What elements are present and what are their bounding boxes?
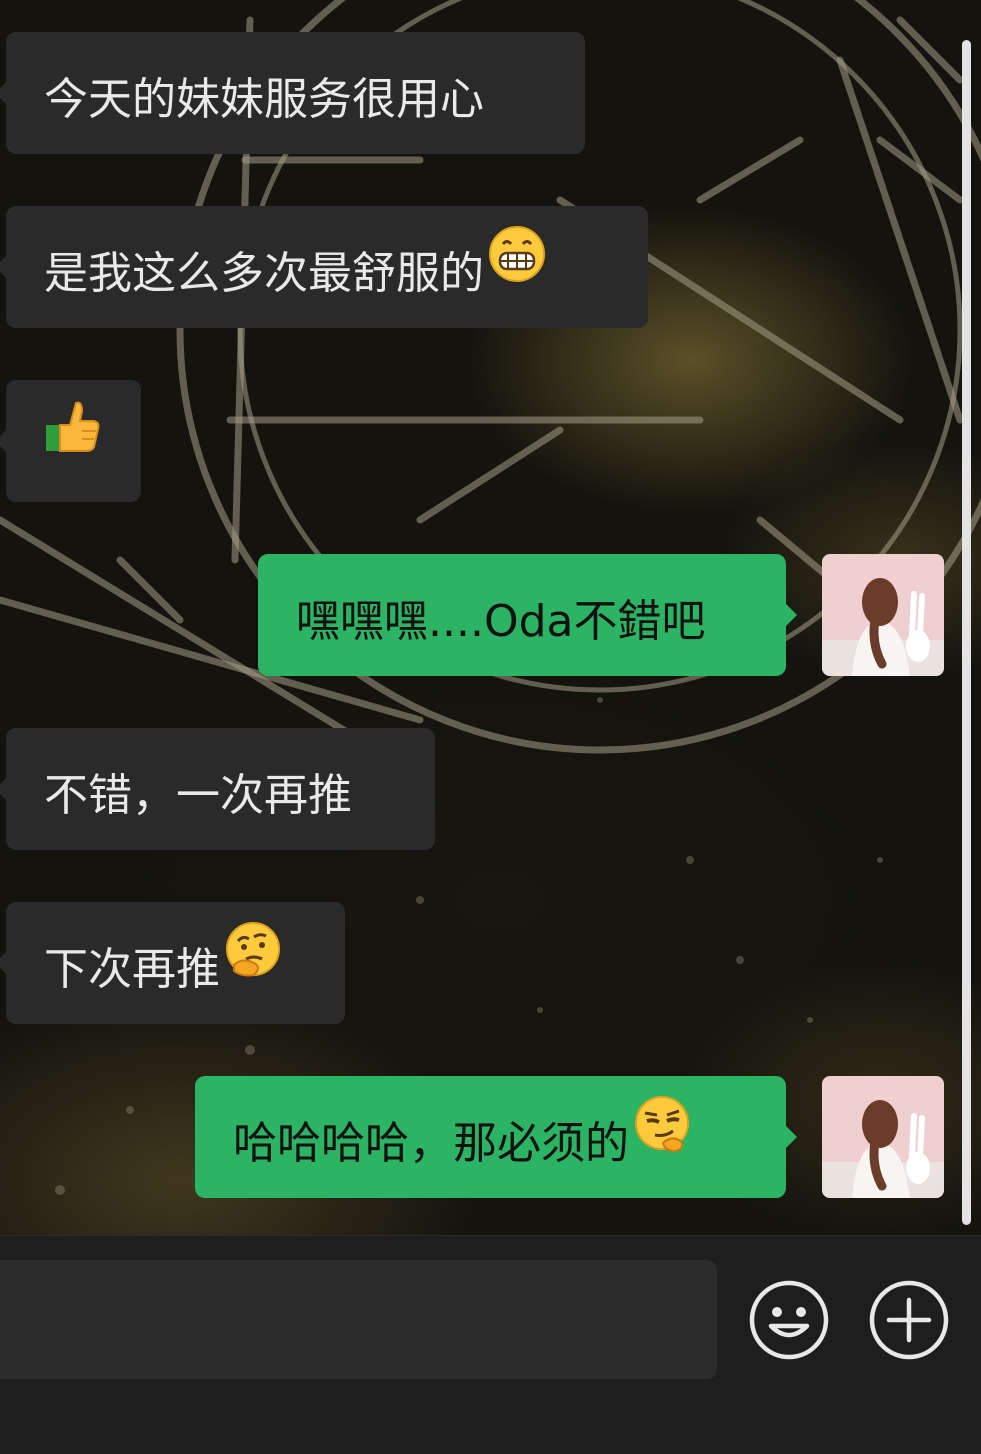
incoming-message-bubble[interactable]: 是我这么多次最舒服的 xyxy=(0,206,648,330)
chat-area: 今天的妹妹服务很用心 是我这么多次最舒服的 嘿嘿嘿....Oda不錯吧 不错，一… xyxy=(0,0,981,1235)
smirking-face-icon xyxy=(633,1078,691,1200)
message-input[interactable] xyxy=(0,1260,717,1379)
avatar[interactable] xyxy=(822,1076,944,1198)
input-bar xyxy=(0,1235,981,1454)
incoming-message-bubble[interactable]: 今天的妹妹服务很用心 xyxy=(0,32,585,154)
message-text: 今天的妹妹服务很用心 xyxy=(44,74,484,125)
message-text: 下次再推 xyxy=(44,944,220,995)
plus-icon xyxy=(869,1280,949,1360)
smiley-icon xyxy=(749,1280,829,1360)
thinking-face-icon xyxy=(224,904,282,1026)
avatar[interactable] xyxy=(822,554,944,676)
scrollbar[interactable] xyxy=(962,40,971,1225)
incoming-message-bubble[interactable]: 下次再推 xyxy=(0,902,345,1026)
emoji-button[interactable] xyxy=(749,1280,829,1360)
outgoing-message-bubble[interactable]: 嘿嘿嘿....Oda不錯吧 xyxy=(258,554,797,676)
incoming-message-bubble[interactable]: 不错，一次再推 xyxy=(0,728,435,850)
grinning-face-icon xyxy=(488,208,546,330)
incoming-message-bubble[interactable] xyxy=(0,380,141,504)
thumbs-up-icon xyxy=(42,382,102,504)
message-text: 嘿嘿嘿....Oda不錯吧 xyxy=(296,596,706,647)
message-text: 哈哈哈哈，那必须的 xyxy=(233,1118,629,1169)
outgoing-message-bubble[interactable]: 哈哈哈哈，那必须的 xyxy=(195,1076,797,1200)
message-text: 不错，一次再推 xyxy=(44,770,352,821)
message-text: 是我这么多次最舒服的 xyxy=(44,248,484,299)
add-button[interactable] xyxy=(869,1280,949,1360)
